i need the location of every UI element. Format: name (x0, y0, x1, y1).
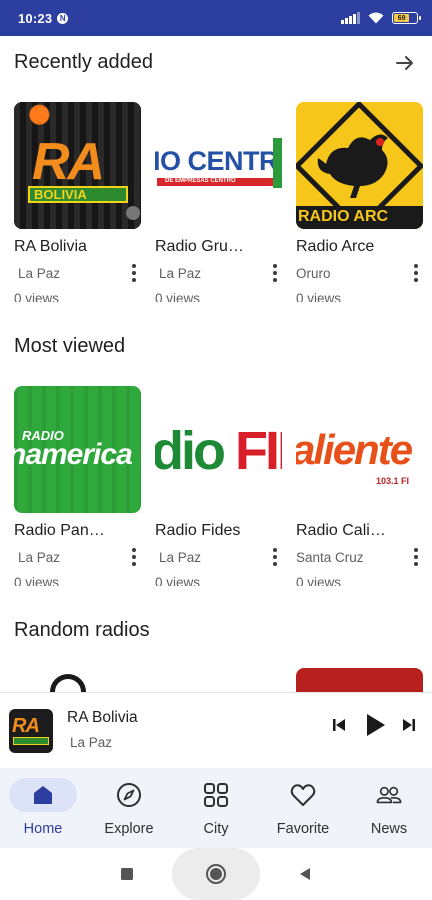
nav-favorite[interactable]: Favorite (260, 768, 346, 848)
station-card[interactable]: IO CENTR DE EMPRESAS CENTRO Radio Gru… L… (155, 102, 282, 302)
nav-city[interactable]: City (173, 768, 259, 848)
more-options-button[interactable] (130, 546, 138, 568)
player-logo-text: RA (12, 715, 40, 737)
nav-label: Home (23, 821, 63, 837)
station-name: Radio Arce (296, 238, 375, 255)
station-views: 0 views (14, 291, 60, 302)
home-icon (30, 782, 56, 808)
square-icon (121, 868, 133, 880)
station-city: La Paz (159, 550, 202, 565)
section-title-most-viewed: Most viewed (14, 335, 126, 357)
station-card[interactable]: dio FID Radio Fides La Paz 0 views (155, 386, 282, 586)
next-button[interactable] (395, 711, 423, 739)
station-card[interactable]: aliente 103.1 FI Radio Cali… Santa Cruz … (296, 386, 423, 586)
station-views: 0 views (296, 291, 342, 302)
random-radio-thumb[interactable] (14, 668, 141, 692)
arrow-right-icon (396, 56, 413, 70)
nav-news[interactable]: News (346, 768, 432, 848)
radio-arce-rooster-logo: RADIO ARC (296, 102, 423, 229)
people-icon (376, 782, 402, 808)
battery-level: 69 (394, 14, 410, 22)
play-icon (367, 714, 385, 736)
station-views: 0 views (155, 575, 201, 586)
section-title-recently-added: Recently added (14, 51, 153, 73)
station-name: RA Bolivia (14, 238, 87, 255)
bottom-navigation: Home Explore City Favorite News (0, 768, 432, 848)
player-subtitle: La Paz (70, 735, 113, 750)
station-name: Radio Cali… (296, 522, 386, 539)
player-artwork: RA (9, 709, 53, 753)
mini-player[interactable]: RA RA Bolivia La Paz (0, 692, 432, 768)
radio-panamericana-logo: RADIO namerica (14, 386, 141, 513)
more-options-button[interactable] (130, 262, 138, 284)
battery-icon: 69 (392, 12, 421, 24)
panamericana-logo-text: namerica (14, 438, 133, 471)
station-city: La Paz (18, 266, 61, 281)
station-views: 0 views (296, 575, 342, 586)
radio-fides-logo: dio FID (155, 386, 282, 513)
skip-next-icon (403, 719, 415, 731)
station-name: Radio Gru… (155, 238, 244, 255)
signal-icon (341, 12, 360, 24)
most-viewed-row: RADIO namerica Radio Pan… La Paz 0 views… (14, 386, 432, 586)
more-options-button[interactable] (271, 262, 279, 284)
radio-caliente-logo: aliente 103.1 FI (296, 386, 423, 513)
see-all-arrow-button[interactable] (392, 50, 418, 76)
station-city: La Paz (18, 550, 61, 565)
more-options-button[interactable] (271, 546, 279, 568)
grid-icon (203, 782, 229, 808)
fides-logo-text: dio FID (155, 421, 282, 481)
station-views: 0 views (14, 575, 60, 586)
notification-icon: N (57, 12, 69, 24)
skip-previous-icon (333, 719, 345, 731)
recently-added-row: RA BOLIVIA RA Bolivia La Paz 0 views IO … (14, 102, 432, 302)
home-system-button[interactable] (172, 848, 260, 900)
triangle-back-icon (300, 868, 310, 880)
back-button[interactable] (290, 848, 320, 900)
nav-label: Explore (104, 821, 154, 837)
station-city: Santa Cruz (296, 550, 364, 565)
station-name: Radio Fides (155, 522, 241, 539)
status-bar: 10:23 N 69 (0, 0, 432, 36)
nav-label: City (203, 821, 229, 837)
station-city: La Paz (159, 266, 202, 281)
station-card[interactable]: RADIO ARC Radio Arce Oruro 0 views (296, 102, 423, 302)
system-navigation-bar (0, 848, 432, 900)
circle-icon (206, 864, 226, 884)
section-title-random-radios: Random radios (14, 619, 150, 641)
more-options-button[interactable] (412, 546, 420, 568)
more-options-button[interactable] (412, 262, 420, 284)
compass-icon (116, 782, 142, 808)
status-time: 10:23 (18, 10, 53, 26)
random-radio-thumb[interactable] (296, 668, 423, 692)
station-card[interactable]: RADIO namerica Radio Pan… La Paz 0 views (14, 386, 141, 586)
player-title: RA Bolivia (67, 709, 138, 726)
ra-logo-text: RA (32, 133, 105, 191)
status-indicators: 69 (341, 12, 421, 24)
station-name: Radio Pan… (14, 522, 105, 539)
arce-logo-band: RADIO ARC (298, 208, 389, 225)
nav-home[interactable]: Home (0, 768, 86, 848)
ra-logo-band: BOLIVIA (34, 187, 87, 202)
station-views: 0 views (155, 291, 201, 302)
ra-bolivia-logo: RA BOLIVIA (14, 102, 141, 229)
centro-logo-small: DE EMPRESAS CENTRO (165, 178, 236, 184)
centro-logo-text: IO CENTR (155, 146, 279, 176)
nav-explore[interactable]: Explore (86, 768, 172, 848)
station-city: Oruro (296, 266, 331, 281)
caliente-logo-small: 103.1 FI (376, 476, 410, 486)
wifi-icon (368, 12, 384, 24)
nav-label: Favorite (276, 821, 330, 837)
play-button[interactable] (361, 711, 389, 739)
previous-button[interactable] (325, 711, 353, 739)
radio-grupo-centro-logo: IO CENTR DE EMPRESAS CENTRO (155, 102, 282, 229)
nav-label: News (370, 821, 408, 837)
caliente-logo-text: aliente (296, 426, 413, 473)
station-card[interactable]: RA BOLIVIA RA Bolivia La Paz 0 views (14, 102, 141, 302)
heart-icon (290, 782, 316, 808)
recents-button[interactable] (112, 848, 142, 900)
